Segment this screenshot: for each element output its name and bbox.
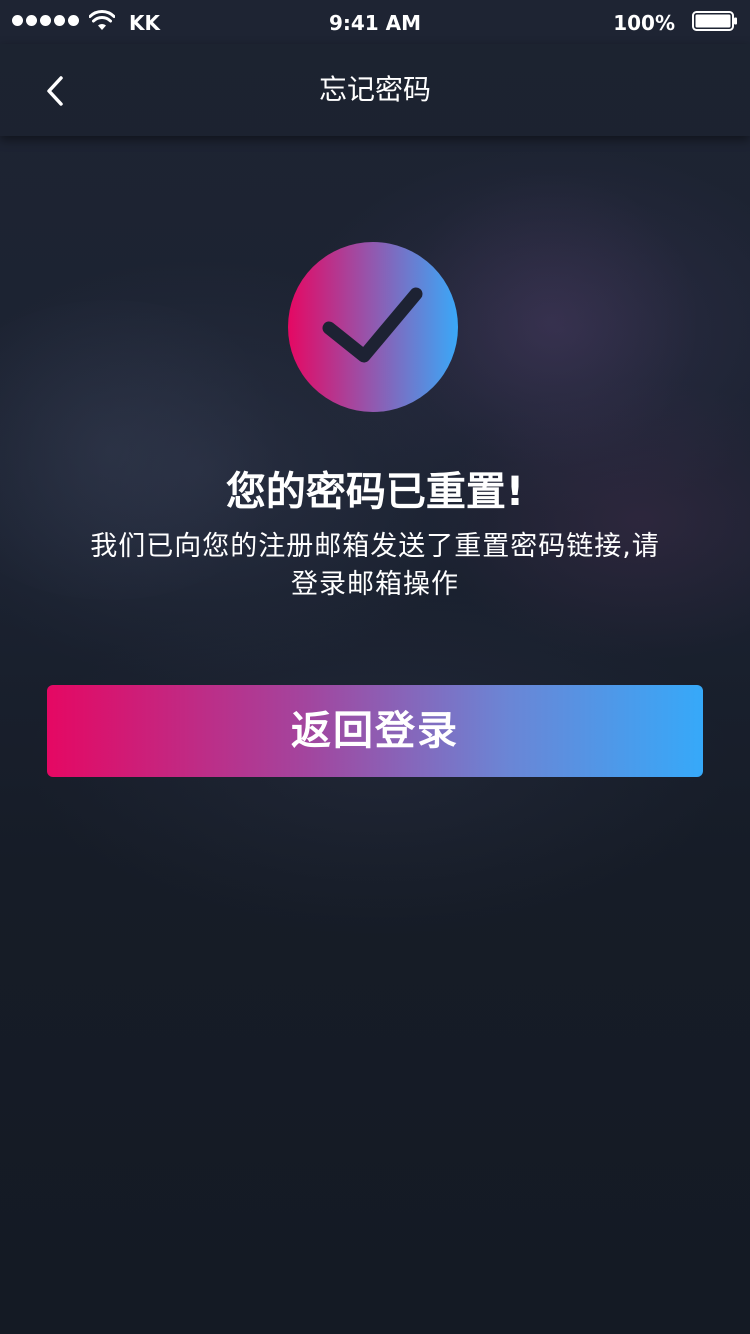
battery-icon — [692, 11, 738, 31]
success-message: 我们已向您的注册邮箱发送了重置密码链接,请 登录邮箱操作 — [45, 528, 705, 604]
back-to-login-button[interactable]: 返回登录 — [47, 685, 703, 777]
status-bar: KK 9:41 AM 100% — [0, 0, 750, 44]
success-headline: 您的密码已重置! — [225, 469, 525, 515]
battery-percent: 100% — [613, 11, 675, 35]
success-badge — [288, 242, 458, 412]
page-title: 忘记密码 — [318, 73, 431, 106]
navigation-bar: 忘记密码 — [0, 44, 750, 136]
success-message-line-2: 登录邮箱操作 — [291, 569, 459, 600]
checkmark-icon — [322, 287, 423, 363]
success-message-line-1: 我们已向您的注册邮箱发送了重置密码链接,请 — [90, 531, 660, 562]
screen: KK 9:41 AM 100% 忘记密码 您的密码已重置! 我们已向您的注册邮箱… — [0, 0, 750, 1334]
